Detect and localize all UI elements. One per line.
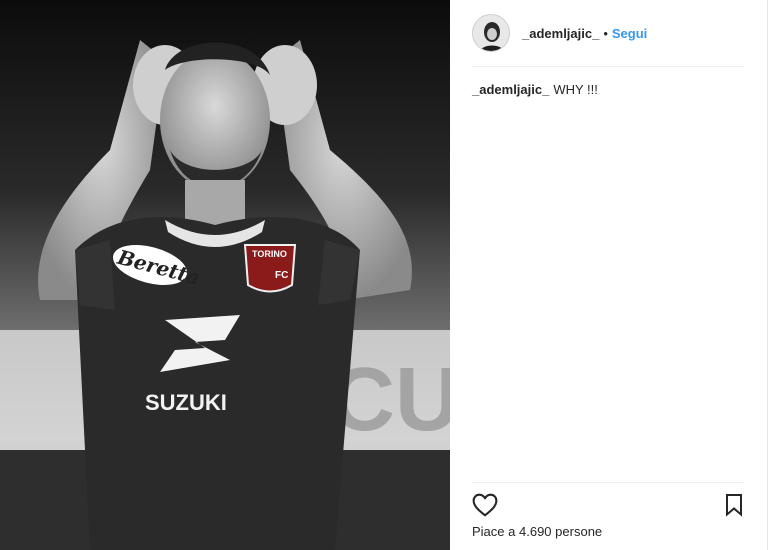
follow-button[interactable]: Segui xyxy=(612,26,647,41)
separator-dot: • xyxy=(603,25,608,41)
crest-letters: FC xyxy=(275,270,288,281)
likes-suffix: persone xyxy=(555,524,603,539)
crest-text: TORINO xyxy=(252,249,287,259)
player-photo-illustration: CU Beretta TORINO FC SUZUKI xyxy=(0,0,450,550)
actions-divider xyxy=(472,482,744,483)
likes-summary[interactable]: Piace a 4.690 persone xyxy=(472,524,602,539)
header-divider xyxy=(472,66,744,67)
avatar[interactable] xyxy=(472,14,510,52)
username-link[interactable]: _ademljajic_ xyxy=(522,26,599,41)
heart-icon[interactable] xyxy=(472,493,498,517)
post-photo[interactable]: CU Beretta TORINO FC SUZUKI xyxy=(0,0,450,550)
bookmark-icon[interactable] xyxy=(724,493,744,517)
post-sidebar: _ademljajic_ • Segui _ademljajic_ WHY !!!… xyxy=(450,0,768,550)
likes-prefix: Piace a xyxy=(472,524,516,539)
post-caption: _ademljajic_ WHY !!! xyxy=(472,81,744,98)
post-header: _ademljajic_ • Segui xyxy=(450,0,768,66)
avatar-image xyxy=(473,15,509,51)
caption-text: WHY !!! xyxy=(553,82,598,97)
jersey-sponsor-text: SUZUKI xyxy=(145,390,227,415)
caption-username-link[interactable]: _ademljajic_ xyxy=(472,82,549,97)
likes-count: 4.690 xyxy=(519,524,552,539)
post-actions xyxy=(472,493,744,519)
